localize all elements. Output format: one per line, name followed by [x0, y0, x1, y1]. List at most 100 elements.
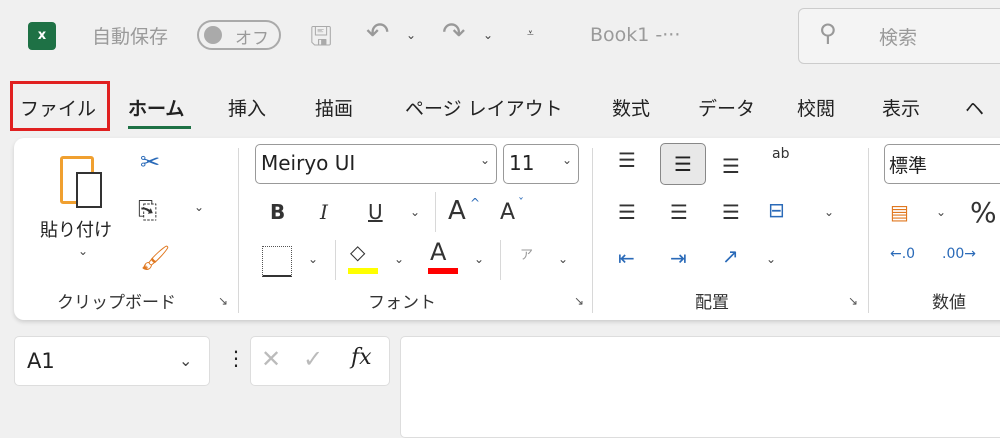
cancel-icon[interactable]: ✕	[261, 345, 281, 373]
tab-page-layout[interactable]: ページ レイアウト	[405, 94, 563, 121]
toggle-state: オフ	[235, 29, 269, 49]
divider	[238, 148, 239, 313]
align-top-icon[interactable]: ☰	[618, 148, 636, 172]
more-options-icon[interactable]: ⋮	[226, 346, 246, 370]
search-placeholder: 検索	[879, 27, 918, 49]
divider	[500, 240, 501, 280]
alignment-group-label: 配置	[695, 293, 729, 313]
tab-insert[interactable]: 挿入	[228, 94, 266, 121]
tab-review[interactable]: 校閲	[797, 94, 835, 121]
number-format-value: 標準	[889, 155, 928, 177]
accounting-format-icon[interactable]: ▤	[890, 200, 909, 224]
font-color-bar	[428, 268, 458, 274]
toggle-knob	[204, 26, 222, 44]
excel-logo-icon: x	[28, 22, 56, 50]
undo-icon[interactable]: ↶	[366, 16, 389, 49]
paste-chevron-icon: ⌄	[78, 244, 89, 258]
font-size-value: 11	[509, 151, 535, 175]
paste-icon-page	[76, 172, 102, 208]
italic-button[interactable]: I	[320, 200, 328, 224]
bold-button[interactable]: B	[270, 200, 285, 224]
orientation-chevron-icon[interactable]: ⌄	[766, 252, 776, 266]
search-icon: ⚲	[819, 19, 837, 47]
borders-chevron-icon[interactable]: ⌄	[308, 252, 318, 266]
merge-chevron-icon[interactable]: ⌄	[824, 205, 834, 219]
save-icon[interactable]: 🖫	[310, 18, 332, 62]
shrink-caret-icon: ˇ	[518, 196, 524, 210]
font-name-value: Meiryo UI	[261, 151, 356, 175]
font-color-chevron-icon[interactable]: ⌄	[474, 252, 484, 266]
tab-file[interactable]: ファイル	[20, 94, 96, 121]
orientation-icon[interactable]: ↗	[722, 244, 739, 268]
redo-chevron-icon[interactable]: ⌄	[483, 28, 493, 42]
alignment-launcher-icon[interactable]: ↘	[848, 294, 858, 308]
decrease-decimal-icon[interactable]: .00→	[942, 246, 976, 262]
tab-draw[interactable]: 描画	[315, 94, 353, 121]
enter-icon[interactable]: ✓	[303, 345, 323, 373]
redo-icon[interactable]: ↷	[442, 16, 465, 49]
search-box[interactable]: ⚲ 検索	[798, 8, 1000, 64]
copy-chevron-icon[interactable]: ⌄	[194, 200, 204, 214]
align-right-icon[interactable]: ☰	[722, 200, 740, 224]
paste-label: 貼り付け	[40, 220, 112, 241]
align-left-icon[interactable]: ☰	[618, 200, 636, 224]
paste-button[interactable]: 貼り付け ⌄	[36, 148, 128, 268]
accounting-chevron-icon[interactable]: ⌄	[936, 205, 946, 219]
divider	[868, 148, 869, 313]
formula-input[interactable]	[400, 336, 1000, 438]
clipboard-launcher-icon[interactable]: ↘	[218, 294, 228, 308]
font-name-chevron-icon: ⌄	[480, 153, 491, 167]
font-launcher-icon[interactable]: ↘	[574, 294, 584, 308]
percent-button[interactable]: %	[970, 196, 997, 229]
autosave-toggle[interactable]: オフ	[197, 20, 281, 50]
phonetic-guide-button[interactable]: ア	[520, 244, 533, 263]
fill-color-chevron-icon[interactable]: ⌄	[394, 252, 404, 266]
grow-caret-icon: ^	[470, 196, 481, 210]
tab-formulas[interactable]: 数式	[612, 94, 650, 121]
underline-chevron-icon[interactable]: ⌄	[410, 205, 420, 219]
document-title: Book1 -···	[590, 24, 681, 46]
align-bottom-icon[interactable]: ☰	[722, 154, 740, 178]
tab-view[interactable]: 表示	[882, 94, 920, 121]
autosave-label: 自動保存	[92, 26, 169, 48]
format-painter-icon[interactable]: 🖌	[140, 244, 170, 272]
formula-actions: ✕ ✓ fx	[250, 336, 390, 386]
underline-button[interactable]: U	[368, 200, 383, 224]
borders-icon[interactable]	[262, 246, 292, 277]
font-group-label: フォント	[368, 293, 436, 313]
fill-color-bar	[348, 268, 378, 274]
divider	[335, 240, 336, 280]
merge-center-icon[interactable]: ⊟	[768, 198, 785, 222]
decrease-indent-icon[interactable]: ⇤	[618, 246, 635, 270]
wrap-text-button[interactable]: ab	[772, 146, 789, 162]
align-center-icon[interactable]: ☰	[670, 200, 688, 224]
font-size-chevron-icon: ⌄	[562, 153, 573, 167]
tab-help[interactable]: ヘ	[965, 94, 984, 121]
align-middle-button[interactable]: ☰	[660, 143, 706, 185]
number-group-label: 数値	[932, 293, 966, 313]
increase-font-size-button[interactable]: A	[448, 196, 466, 226]
font-size-select[interactable]: 11 ⌄	[503, 144, 579, 184]
customize-toolbar-icon[interactable]: ⩡	[527, 26, 534, 41]
clipboard-group-label: クリップボード	[57, 293, 176, 313]
insert-function-button[interactable]: fx	[351, 345, 372, 370]
cut-icon[interactable]: ✂	[140, 148, 160, 176]
phonetic-chevron-icon[interactable]: ⌄	[558, 252, 568, 266]
number-format-select[interactable]: 標準	[884, 144, 1000, 184]
divider	[592, 148, 593, 313]
copy-icon[interactable]: ⎘	[138, 196, 157, 224]
increase-indent-icon[interactable]: ⇥	[670, 246, 687, 270]
fill-color-icon[interactable]: ◇	[350, 240, 365, 264]
font-name-select[interactable]: Meiryo UI ⌄	[255, 144, 497, 184]
increase-decimal-icon[interactable]: ←.0	[890, 246, 915, 262]
name-box-value: A1	[27, 349, 55, 373]
tab-home[interactable]: ホーム	[128, 94, 184, 121]
tab-data[interactable]: データ	[698, 94, 755, 121]
divider	[435, 192, 436, 232]
name-box-chevron-icon[interactable]: ⌄	[179, 351, 192, 370]
undo-chevron-icon[interactable]: ⌄	[406, 28, 416, 42]
name-box[interactable]: A1 ⌄	[14, 336, 210, 386]
decrease-font-size-button[interactable]: A	[500, 200, 515, 225]
font-color-button[interactable]: A	[430, 238, 446, 266]
active-tab-underline	[128, 126, 191, 129]
